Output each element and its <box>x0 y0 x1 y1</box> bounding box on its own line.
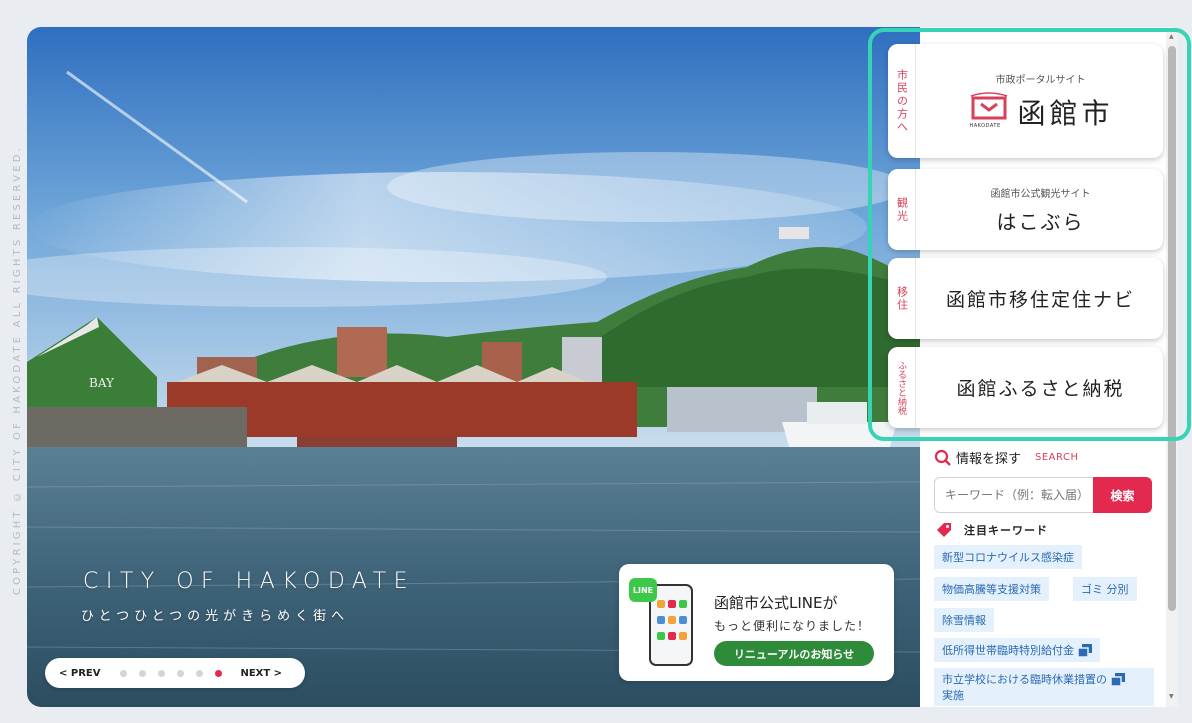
slider-dots <box>120 669 223 677</box>
hero-subtitle: ひとつひとつの光がきらめく街へ <box>81 609 350 624</box>
search-input[interactable] <box>934 477 1094 513</box>
keyword-chip[interactable]: 除雪情報 <box>934 608 994 632</box>
keyword-chip[interactable]: 市立学校における臨時休業措置の 実施 <box>934 668 1154 706</box>
portal-highlight-frame <box>868 28 1191 441</box>
scroll-down-icon[interactable]: ▼ <box>1169 693 1174 700</box>
slider-dot[interactable] <box>177 669 185 677</box>
search-icon <box>934 449 951 466</box>
tag-icon <box>937 523 951 537</box>
copyright-text: COPYRIGHT © CITY OF HAKODATE ALL RIGHTS … <box>11 144 23 596</box>
hero-slideshow: BAY CITY OF HAKODATE ひとつひとつの光がきらめく街へ < P… <box>27 27 920 707</box>
search-title: 情報を探す <box>956 452 1022 467</box>
search-title-en: SEARCH <box>1035 452 1079 463</box>
keyword-chip[interactable]: ゴミ 分別 <box>1073 577 1137 601</box>
renewal-notice-button[interactable]: リニューアルのお知らせ <box>714 641 874 666</box>
keyword-heading: 注目キーワード <box>936 522 1048 538</box>
line-banner[interactable]: LINE 函館市公式LINEが もっと便利になりました！ リニューアルのお知らせ <box>619 564 894 681</box>
slider-dot-active[interactable] <box>215 669 223 677</box>
external-link-icon <box>1078 643 1092 657</box>
search-button[interactable]: 検索 <box>1093 477 1152 513</box>
keyword-chip[interactable]: 物価高騰等支援対策 <box>934 577 1049 601</box>
slider-dot[interactable] <box>139 669 147 677</box>
copyright-notice: COPYRIGHT © CITY OF HAKODATE ALL RIGHTS … <box>8 30 26 710</box>
external-link-icon <box>1111 672 1125 686</box>
line-banner-subline: もっと便利になりました！ <box>714 619 871 633</box>
next-button[interactable]: NEXT > <box>240 668 282 679</box>
hero-title: CITY OF HAKODATE <box>83 569 416 594</box>
slider-controls: < PREV NEXT > <box>45 658 305 688</box>
keyword-chip[interactable]: 新型コロナウイルス感染症 <box>934 545 1082 569</box>
line-banner-headline: 函館市公式LINEが <box>714 594 838 612</box>
line-logo-icon: LINE <box>629 578 657 602</box>
search-heading: 情報を探す SEARCH <box>934 448 1078 467</box>
slider-dot[interactable] <box>196 669 204 677</box>
prev-button[interactable]: < PREV <box>59 668 100 679</box>
slider-dot[interactable] <box>158 669 166 677</box>
bay-sign: BAY <box>89 376 115 390</box>
keyword-label: 注目キーワード <box>964 524 1048 537</box>
page: COPYRIGHT © CITY OF HAKODATE ALL RIGHTS … <box>0 0 1192 723</box>
slider-dot[interactable] <box>120 669 128 677</box>
keyword-chip[interactable]: 低所得世帯臨時特別給付金 <box>934 638 1100 662</box>
